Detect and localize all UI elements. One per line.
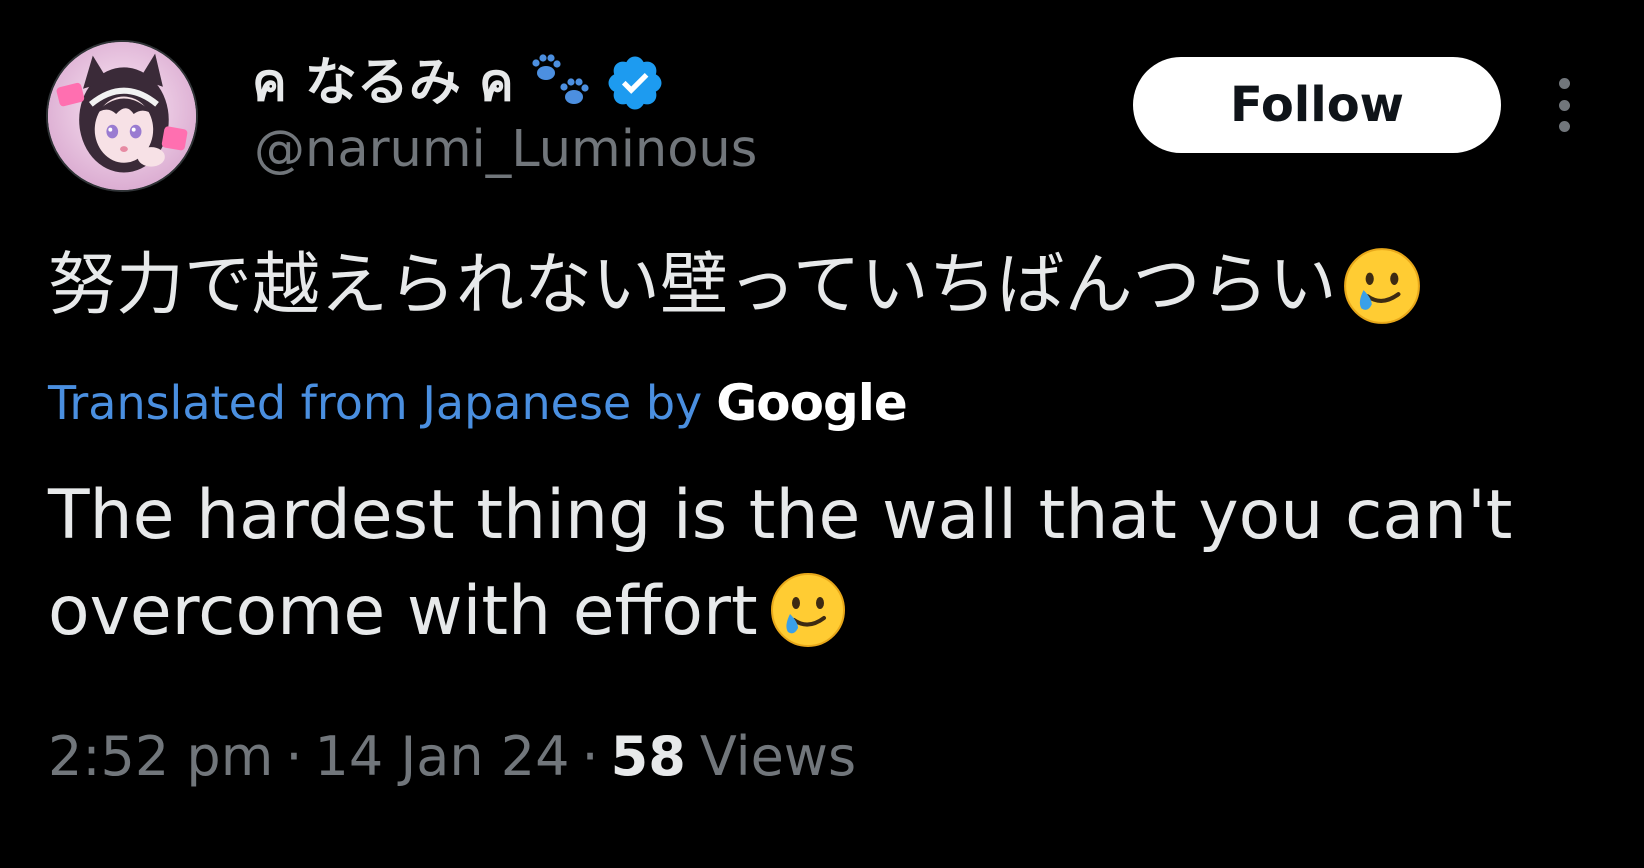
tweet-translated-text: The hardest thing is the wall that you c…	[48, 468, 1568, 660]
avatar-image	[48, 42, 196, 190]
original-text-content: 努力で越えられない壁っていちばんつらい	[48, 245, 1337, 325]
views-count[interactable]: 58	[611, 730, 686, 784]
more-options-icon[interactable]	[1550, 78, 1578, 132]
author-name-row[interactable]: ค なるみ ค	[252, 48, 666, 118]
more-dot	[1558, 99, 1570, 111]
paw-prints-icon	[522, 53, 598, 113]
meta-separator: ·	[285, 725, 303, 788]
translation-attribution: Translated from Japanese by Google	[48, 374, 908, 432]
tweet-original-text: 努力で越えられない壁っていちばんつらい	[48, 245, 1423, 327]
display-name[interactable]: ค なるみ ค	[252, 57, 514, 109]
tweet-meta: 2:52 pm · 14 Jan 24 · 58 Views	[48, 730, 856, 784]
google-logo: Google	[716, 374, 908, 432]
translated-from-link[interactable]: Translated from Japanese by	[48, 380, 702, 426]
tweet-detail: ค なるみ ค @narumi_Luminous Follow 努力で越えられな…	[0, 0, 1644, 868]
tweet-date[interactable]: 14 Jan 24	[314, 730, 569, 784]
avatar[interactable]	[46, 40, 198, 192]
tweet-time[interactable]: 2:52 pm	[48, 730, 273, 784]
verified-badge-icon[interactable]	[604, 52, 666, 114]
more-dot	[1558, 121, 1570, 132]
smiling-face-with-tear-icon	[1341, 245, 1423, 327]
more-dot	[1558, 78, 1570, 89]
meta-separator: ·	[581, 725, 599, 788]
follow-button[interactable]: Follow	[1133, 57, 1501, 153]
author-handle[interactable]: @narumi_Luminous	[254, 124, 757, 175]
smiling-face-with-tear-icon	[768, 570, 848, 650]
views-label[interactable]: Views	[700, 730, 856, 784]
